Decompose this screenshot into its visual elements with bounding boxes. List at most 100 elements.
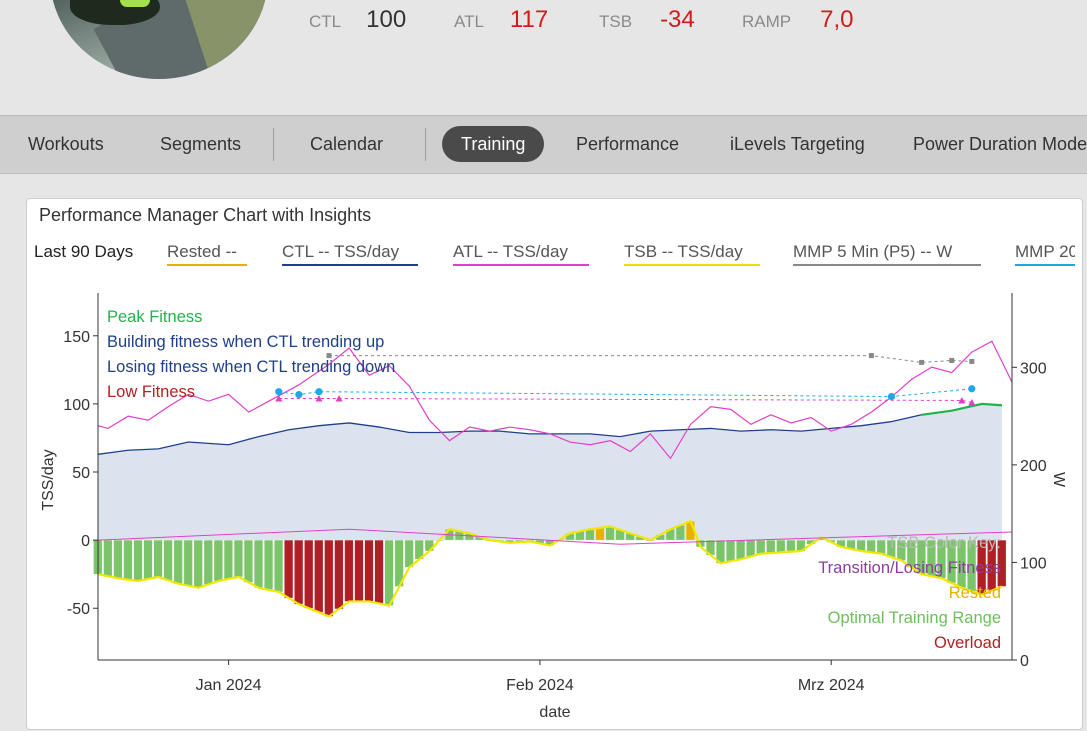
metric-ramp-value: 7,0 — [820, 6, 854, 33]
legend-item-ctl[interactable]: CTL -- TSS/day — [282, 242, 418, 266]
mmp20-point — [315, 388, 323, 396]
legend-item-atl[interactable]: ATL -- TSS/day — [453, 242, 589, 266]
chart-legend: Last 90 Days Rested -- CTL -- TSS/day AT… — [27, 239, 1082, 269]
tsb-bar — [374, 539, 384, 604]
legend-item-mmp20[interactable]: MMP 20 — [1015, 242, 1075, 266]
tsb-bar — [143, 539, 153, 580]
metric-ramp-label: RAMP — [742, 12, 792, 31]
tsb-bar — [334, 539, 344, 610]
tsb-bar — [133, 539, 143, 582]
pmc-chart[interactable]: -50 0 50 100 150 0 100 200 300 Jan 2024 Feb 2024 Mr… — [27, 289, 1082, 729]
tsb-bar — [203, 539, 213, 585]
metric-ctl: CTL 100 — [309, 6, 406, 38]
tsb-bar — [364, 539, 374, 602]
metric-tsb-value: -34 — [660, 6, 695, 33]
tsb-key-label: Transition/Losing Fitness — [818, 559, 1001, 577]
period-selector[interactable]: Last 90 Days — [34, 242, 133, 262]
tsb-bar — [284, 539, 294, 599]
metric-ctl-label: CTL — [309, 12, 342, 31]
x-tick-label: Mrz 2024 — [798, 677, 865, 694]
tsb-bar — [173, 539, 183, 584]
legend-item-tsb[interactable]: TSB -- TSS/day — [624, 242, 760, 266]
y-tick-label: 100 — [63, 397, 90, 414]
x-tick-label: Jan 2024 — [196, 677, 262, 694]
tsb-key-label: Rested — [949, 584, 1001, 602]
tsb-bar — [786, 539, 796, 552]
tsb-bar — [223, 539, 233, 580]
mmp20-point — [275, 388, 283, 396]
tsb-bar — [736, 539, 746, 560]
tab-performance[interactable]: Performance — [576, 116, 679, 173]
y2-tick-label: 0 — [1020, 653, 1029, 670]
tsb-bar — [103, 539, 113, 577]
mmp5-point — [919, 359, 925, 365]
y-tick-label: 150 — [63, 329, 90, 346]
tsb-bar — [183, 539, 193, 587]
mmp5-point — [868, 353, 874, 359]
mmp5-point — [949, 357, 955, 363]
tsb-bar — [263, 539, 274, 591]
tsb-bar — [866, 539, 876, 553]
metric-tsb: TSB -34 — [599, 6, 695, 38]
mmp20-point — [887, 392, 896, 401]
tab-workouts[interactable]: Workouts — [28, 116, 104, 173]
tsb-bar — [243, 539, 254, 583]
x-axis-label: date — [539, 704, 570, 721]
tsb-bar — [253, 539, 264, 589]
metric-atl: ATL 117 — [454, 6, 548, 38]
tsb-bar — [304, 539, 314, 609]
y2-axis-label: W — [1050, 472, 1067, 488]
tsb-bar — [193, 539, 203, 589]
tsb-bar — [113, 539, 123, 579]
fitness-insight-label: Low Fitness — [107, 383, 195, 401]
tsb-bar — [213, 539, 223, 582]
y2-tick-label: 200 — [1020, 458, 1047, 475]
tsb-bar — [876, 539, 886, 554]
mmp-pink-line — [278, 398, 972, 403]
metric-tsb-label: TSB — [599, 12, 633, 31]
fitness-insight-label: Peak Fitness — [107, 308, 202, 326]
y2-tick-label: 300 — [1020, 360, 1047, 377]
y2-tick-label: 100 — [1020, 555, 1047, 572]
tab-divider — [425, 128, 426, 161]
tsb-bar — [163, 539, 173, 581]
x-tick-label: Feb 2024 — [506, 677, 574, 694]
avatar[interactable] — [50, 0, 268, 79]
tsb-bar — [314, 539, 324, 613]
tsb-bar — [756, 539, 766, 554]
mmp20-line — [278, 388, 972, 398]
tsb-bar — [776, 539, 786, 553]
metric-atl-value: 117 — [509, 6, 549, 33]
tsb-key-label: Optimal Training Range — [828, 609, 1001, 627]
y-axis-label: TSS/day — [40, 449, 57, 510]
tsb-bar — [344, 539, 354, 602]
mmp20-point — [295, 391, 303, 399]
legend-item-mmp5[interactable]: MMP 5 Min (P5) -- W — [793, 242, 981, 266]
tsb-bar — [294, 539, 304, 605]
tsb-bar — [746, 539, 756, 557]
metric-atl-label: ATL — [454, 12, 484, 31]
tsb-bar — [404, 539, 414, 568]
tab-divider — [273, 128, 274, 161]
tsb-bar — [726, 539, 736, 562]
metric-ctl-value: 100 — [366, 6, 407, 33]
tsb-bar — [324, 539, 334, 617]
tab-ilevels-targeting[interactable]: iLevels Targeting — [730, 116, 865, 173]
tsb-bar — [384, 539, 394, 606]
metric-ramp: RAMP 7,0 — [742, 6, 854, 38]
tab-training[interactable]: Training — [442, 126, 545, 162]
legend-item-rested[interactable]: Rested -- — [167, 242, 247, 266]
tab-segments[interactable]: Segments — [160, 116, 241, 173]
tab-power-duration-model[interactable]: Power Duration Mode — [913, 116, 1087, 173]
tsb-bar — [233, 539, 243, 578]
mmp5-point — [969, 358, 975, 364]
tab-calendar[interactable]: Calendar — [310, 116, 383, 173]
chart-title: Performance Manager Chart with Insights — [39, 205, 372, 225]
tsb-bar — [595, 527, 605, 541]
profile-header: CTL 100 ATL 117 TSB -34 RAMP 7,0 — [0, 0, 1087, 115]
nav-tabbar: Workouts Segments Calendar Training Perf… — [0, 115, 1087, 174]
tsb-bar — [766, 539, 776, 554]
ctl-area — [98, 403, 1002, 541]
mmp20-point — [968, 385, 976, 393]
tsb-bar — [123, 539, 133, 580]
